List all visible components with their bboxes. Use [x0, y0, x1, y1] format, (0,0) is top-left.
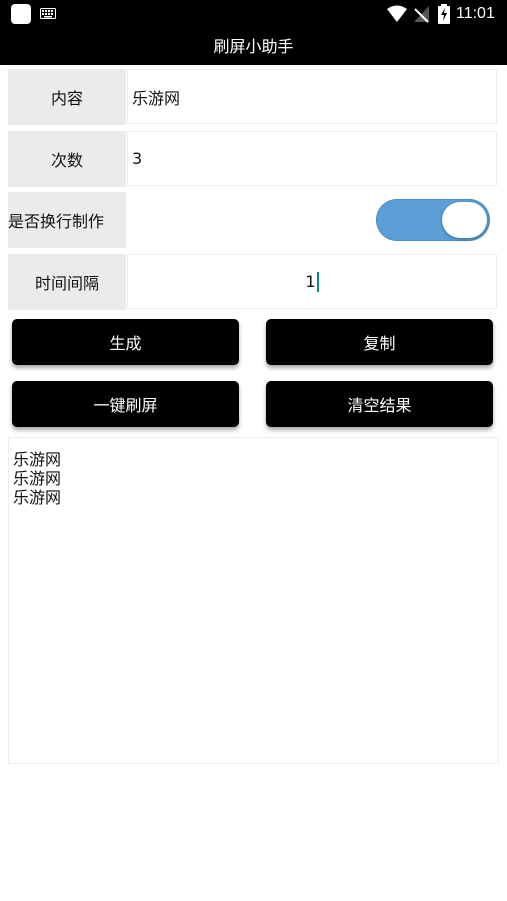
- no-signal-icon: [414, 6, 429, 23]
- result-line: 乐游网: [13, 450, 62, 469]
- copy-button[interactable]: 复制: [266, 319, 493, 365]
- interval-value: 1: [305, 272, 316, 291]
- content-value: 乐游网: [132, 88, 181, 108]
- result-line: 乐游网: [13, 469, 62, 488]
- count-value: 3: [132, 149, 143, 168]
- text-cursor: [316, 271, 319, 292]
- title-bar: 刷屏小助手: [0, 28, 507, 65]
- wifi-icon: [387, 5, 407, 22]
- result-lines: 乐游网 乐游网 乐游网: [13, 450, 61, 507]
- count-input[interactable]: 3: [127, 131, 497, 186]
- keyboard-icon: [40, 8, 56, 19]
- clear-results-button[interactable]: 清空结果: [266, 381, 493, 427]
- generate-button[interactable]: 生成: [12, 319, 239, 365]
- result-textarea[interactable]: 乐游网 乐游网 乐游网: [8, 437, 499, 764]
- content-input[interactable]: 乐游网: [127, 69, 497, 124]
- result-line: 乐游网: [13, 488, 62, 507]
- newline-toggle-thumb[interactable]: [442, 202, 487, 238]
- count-label: 次数: [8, 131, 126, 187]
- interval-input[interactable]: 1: [127, 254, 497, 309]
- interval-label: 时间间隔: [8, 254, 126, 310]
- app-icon: [11, 4, 31, 24]
- status-time: 11:01: [456, 5, 495, 22]
- app-title: 刷屏小助手: [213, 37, 294, 56]
- content-label: 内容: [8, 69, 126, 125]
- screen: 11:01 刷屏小助手 内容 乐游网 次数 3 是否换行制作 时间间隔 1 生成…: [0, 0, 507, 901]
- newline-label: 是否换行制作: [8, 192, 126, 248]
- status-bar: 11:01: [0, 0, 507, 28]
- one-click-spam-button[interactable]: 一键刷屏: [12, 381, 239, 427]
- battery-charging-icon: [438, 4, 450, 24]
- interval-field-inner: 1: [128, 255, 496, 308]
